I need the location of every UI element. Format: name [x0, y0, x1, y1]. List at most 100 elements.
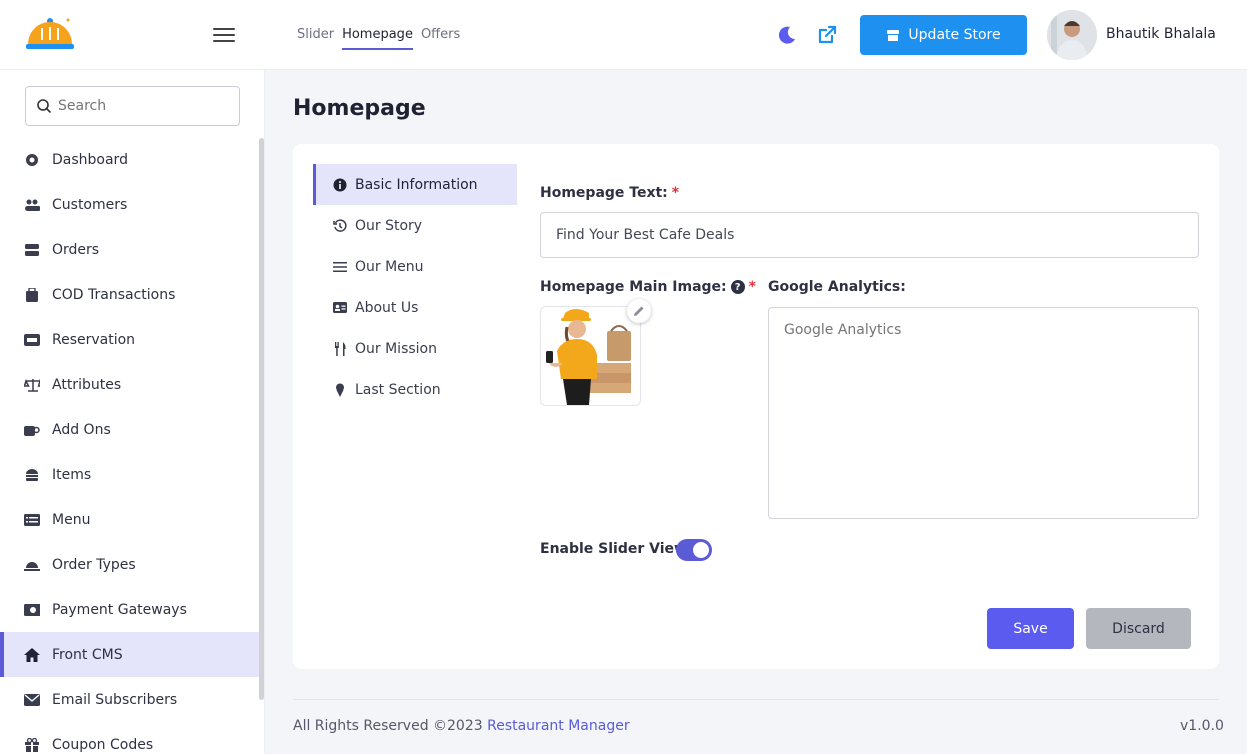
menu-toggle-icon[interactable] [213, 24, 235, 46]
sidebar-item-add-ons[interactable]: Add Ons [0, 407, 259, 452]
sidebar-item-coupon-codes[interactable]: Coupon Codes [0, 722, 259, 754]
ticket-icon [24, 332, 40, 348]
tab-offers[interactable]: Offers [421, 27, 460, 50]
cup-icon [24, 422, 40, 438]
money-icon [24, 602, 40, 618]
sidebar-item-label: Attributes [52, 376, 122, 393]
version-label: v1.0.0 [1180, 718, 1224, 734]
id-card-icon [333, 301, 347, 315]
section-label: Our Mission [355, 340, 437, 357]
sidebar-scrollbar[interactable] [259, 138, 264, 700]
sidebar-item-customers[interactable]: Customers [0, 182, 259, 227]
required-mark: * [671, 185, 680, 201]
section-about-us[interactable]: About Us [313, 287, 517, 328]
section-our-story[interactable]: Our Story [313, 205, 517, 246]
homepage-text-label: Homepage Text: * [540, 185, 679, 201]
dashboard-icon [24, 152, 40, 168]
tab-slider[interactable]: Slider [297, 27, 334, 50]
sidebar-item-label: Dashboard [52, 151, 128, 168]
sidebar-item-reservation[interactable]: Reservation [0, 317, 259, 362]
sidebar-item-orders[interactable]: Orders [0, 227, 259, 272]
sidebar-item-front-cms[interactable]: Front CMS [0, 632, 259, 677]
section-our-menu[interactable]: Our Menu [313, 246, 517, 287]
sidebar-item-label: Customers [52, 196, 128, 213]
sidebar-item-label: Email Subscribers [52, 691, 178, 708]
sidebar-item-menu[interactable]: Menu [0, 497, 259, 542]
burger-icon [24, 467, 40, 483]
footer-copyright: All Rights Reserved ©2023 Restaurant Man… [293, 718, 630, 734]
mail-icon [24, 692, 40, 708]
sidebar-item-order-types[interactable]: Order Types [0, 542, 259, 587]
sidebar-item-label: Front CMS [52, 646, 123, 663]
search-input[interactable] [58, 98, 228, 114]
google-analytics-label: Google Analytics: [768, 279, 906, 295]
wallet-icon [24, 287, 40, 303]
top-nav: Slider Homepage Offers [297, 27, 460, 50]
section-label: Our Story [355, 217, 423, 234]
external-link-icon[interactable] [816, 24, 838, 46]
sidebar-item-label: Orders [52, 241, 100, 258]
update-store-button[interactable]: Update Store [860, 15, 1027, 55]
sidebar-item-label: Reservation [52, 331, 136, 348]
edit-image-button[interactable] [627, 299, 651, 323]
sidebar-item-items[interactable]: Items [0, 452, 259, 497]
avatar[interactable] [1047, 10, 1097, 60]
gift-icon [24, 737, 40, 753]
google-analytics-textarea[interactable] [768, 307, 1199, 519]
list-icon [24, 512, 40, 528]
homepage-form-card: Basic Information Our Story Our Menu Abo… [293, 144, 1219, 669]
scale-icon [24, 377, 40, 393]
sidebar-item-label: Payment Gateways [52, 601, 187, 618]
save-button[interactable]: Save [987, 608, 1074, 649]
user-name[interactable]: Bhautik Bhalala [1106, 26, 1216, 42]
cloche-icon [24, 557, 40, 573]
homepage-text-input[interactable] [540, 212, 1199, 258]
slider-view-label: Enable Slider View: [540, 541, 693, 557]
sidebar: Dashboard Customers Orders COD Transacti… [0, 70, 265, 754]
update-store-label: Update Store [908, 27, 1001, 43]
sidebar-item-email-subscribers[interactable]: Email Subscribers [0, 677, 259, 722]
help-icon[interactable]: ? [730, 280, 745, 294]
restaurant-logo[interactable] [24, 14, 76, 54]
search-box[interactable] [25, 86, 240, 126]
sidebar-item-payment-gateways[interactable]: Payment Gateways [0, 587, 259, 632]
sidebar-item-attributes[interactable]: Attributes [0, 362, 259, 407]
home-icon [24, 647, 40, 663]
restaurant-manager-link[interactable]: Restaurant Manager [487, 718, 629, 734]
footer-divider [293, 699, 1219, 700]
sidebar-item-label: COD Transactions [52, 286, 176, 303]
orders-icon [24, 242, 40, 258]
sidebar-item-cod-transactions[interactable]: COD Transactions [0, 272, 259, 317]
section-last-section[interactable]: Last Section [313, 369, 517, 410]
menu-lines-icon [333, 260, 347, 274]
section-label: Our Menu [355, 258, 424, 275]
sidebar-item-label: Coupon Codes [52, 736, 154, 753]
moon-icon[interactable] [776, 24, 798, 46]
utensils-icon [333, 341, 347, 356]
pencil-icon [634, 306, 644, 316]
homepage-text-label-text: Homepage Text: [540, 185, 668, 201]
info-icon [333, 178, 347, 192]
homepage-main-image[interactable] [540, 299, 651, 406]
sidebar-item-label: Items [52, 466, 92, 483]
delivery-person-image [546, 309, 631, 405]
page-title: Homepage [293, 96, 426, 121]
sidebar-menu: Dashboard Customers Orders COD Transacti… [0, 137, 259, 754]
section-nav: Basic Information Our Story Our Menu Abo… [313, 164, 517, 410]
section-our-mission[interactable]: Our Mission [313, 328, 517, 369]
tab-homepage[interactable]: Homepage [342, 27, 413, 50]
sidebar-item-label: Order Types [52, 556, 136, 573]
required-mark: * [748, 279, 756, 295]
search-icon [37, 99, 52, 114]
section-label: Basic Information [355, 176, 478, 193]
section-label: Last Section [355, 381, 441, 398]
sidebar-item-dashboard[interactable]: Dashboard [0, 137, 259, 182]
ice-cream-icon [333, 383, 347, 397]
section-label: About Us [355, 299, 419, 316]
users-icon [24, 197, 40, 213]
slider-view-toggle[interactable] [676, 539, 712, 561]
discard-button[interactable]: Discard [1086, 608, 1191, 649]
section-basic-information[interactable]: Basic Information [313, 164, 517, 205]
sidebar-item-label: Add Ons [52, 421, 111, 438]
main-image-label: Homepage Main Image:? * [540, 279, 756, 295]
